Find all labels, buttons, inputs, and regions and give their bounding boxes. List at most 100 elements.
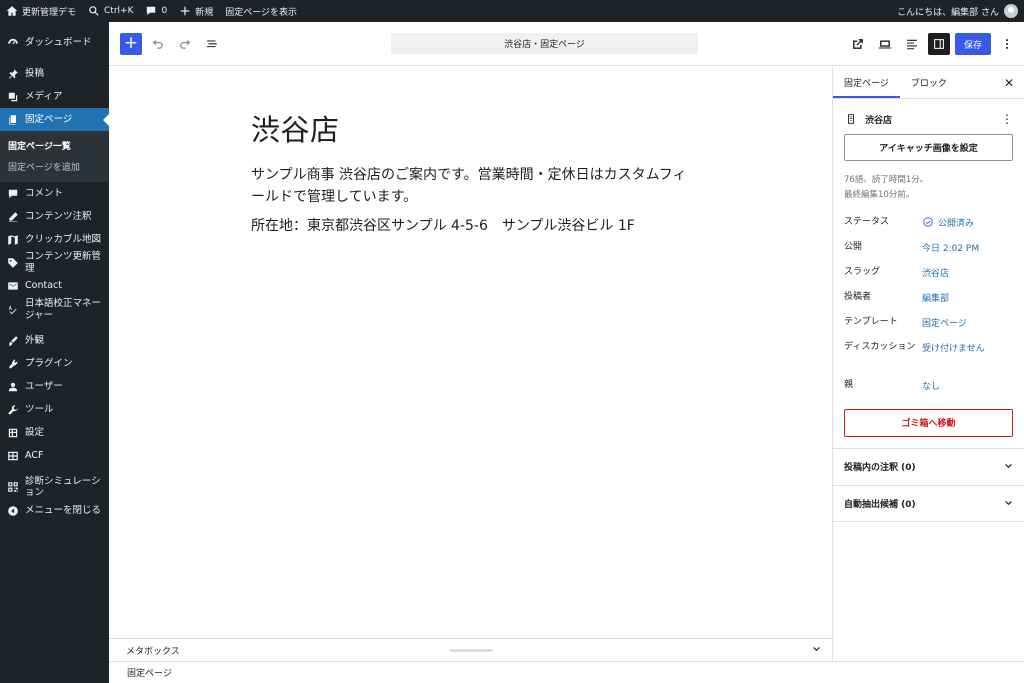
post-summary-meta: 76語、読了時間1分。 最終編集10分前。 [844, 175, 929, 200]
undo-icon [151, 37, 165, 51]
menu-item-users[interactable]: ユーザー [0, 376, 109, 399]
save-button[interactable]: 保存 [954, 33, 991, 55]
redo-button[interactable] [174, 33, 196, 55]
editor-toolbar: + 渋谷店・固定ページ 保存 [109, 22, 1024, 66]
document-overview-button[interactable] [201, 33, 223, 55]
published-check-icon [922, 216, 934, 228]
settings-toggle-button[interactable] [927, 33, 950, 55]
slug-value[interactable]: 渋谷店 [922, 266, 949, 279]
block-inserter-button[interactable]: + [120, 32, 142, 55]
resize-handle[interactable] [449, 649, 493, 652]
editor-canvas: 渋谷店 サンプル商事 渋谷店のご案内です。営業時間・定休日はカスタムフィールドで… [109, 67, 832, 638]
options-button[interactable] [996, 33, 1018, 55]
settings-sidebar: 固定ページ ブロック ✕ 渋谷店 ⋮ アイキャッチ画像を設定 76語、読了時間1… [832, 67, 1024, 661]
block-breadcrumb: 固定ページ [109, 661, 1024, 683]
menu-item-plugins[interactable]: プラグイン [0, 353, 109, 376]
row-discussion: ディスカッション 受け付けません [844, 341, 985, 354]
paragraph-block[interactable]: サンプル商事 渋谷店のご案内です。営業時間・定休日はカスタムフィールドで管理して… [251, 165, 696, 208]
tab-block[interactable]: ブロック [900, 67, 958, 98]
more-vertical-icon [1000, 37, 1014, 51]
more-vertical-icon[interactable]: ⋮ [1001, 112, 1013, 126]
document-title-bar[interactable]: 渋谷店・固定ページ [391, 33, 698, 54]
collapse-menu-button[interactable]: メニューを閉じる [0, 499, 109, 522]
collapse-icon [7, 505, 19, 517]
template-value[interactable]: 固定ページ [922, 316, 967, 329]
author-value[interactable]: 編集部 [922, 291, 949, 304]
wrench-icon [7, 404, 19, 416]
tag-icon [7, 257, 19, 269]
row-publish: 公開 今日 2:02 PM [844, 241, 980, 254]
menu-item-diagnosis-simulation[interactable]: 診断シミュレーション [0, 476, 109, 500]
new-content-link[interactable]: 新規 [173, 0, 219, 22]
submenu-add-page[interactable]: 固定ページを追加 [0, 156, 109, 177]
menu-item-dashboard[interactable]: ダッシュボード [0, 31, 109, 54]
dashboard-icon [7, 37, 19, 49]
comments-link[interactable]: 0 [139, 0, 173, 22]
menu-item-clickable-map[interactable]: クリッカブル地図 [0, 228, 109, 251]
tab-page[interactable]: 固定ページ [833, 67, 900, 98]
move-to-trash-button[interactable]: ゴミ箱へ移動 [844, 408, 1013, 437]
desktop-icon [878, 37, 892, 51]
undo-button[interactable] [147, 33, 169, 55]
set-featured-image-button[interactable]: アイキャッチ画像を設定 [844, 134, 1013, 161]
menu-item-comments[interactable]: コメント [0, 182, 109, 205]
post-title[interactable]: 渋谷店 [251, 107, 696, 149]
menu-item-settings[interactable]: 設定 [0, 422, 109, 445]
row-slug: スラッグ 渋谷店 [844, 266, 950, 279]
page-summary-header: 渋谷店 ⋮ [833, 99, 1024, 134]
admin-menu: ダッシュボード 投稿 メディア 固定ページ 固定ページ一覧 固定ページを追加 コ… [0, 22, 109, 683]
chevron-down-icon[interactable] [811, 644, 822, 658]
row-author: 投稿者 編集部 [844, 291, 950, 304]
menu-item-proofreading[interactable]: 日本語校正マネージャー [0, 298, 109, 322]
menu-item-contact[interactable]: Contact [0, 275, 109, 298]
avatar [1004, 4, 1018, 18]
block-tools-button[interactable] [901, 33, 923, 55]
menu-item-pages[interactable]: 固定ページ [0, 108, 109, 131]
parent-value[interactable]: なし [922, 379, 940, 392]
menu-item-content-update[interactable]: コンテンツ更新管理 [0, 251, 109, 275]
post-content: 渋谷店 サンプル商事 渋谷店のご案内です。営業時間・定休日はカスタムフィールドで… [251, 107, 696, 246]
close-icon[interactable]: ✕ [1004, 76, 1014, 90]
menu-item-media[interactable]: メディア [0, 85, 109, 108]
view-page-button[interactable] [847, 33, 869, 55]
spellcheck-icon [7, 304, 19, 316]
publish-date-value[interactable]: 今日 2:02 PM [922, 241, 979, 254]
pages-icon [7, 114, 19, 126]
my-account[interactable]: こんにちは、編集部 さん [897, 4, 1024, 18]
row-status: ステータス 公開済み [844, 216, 975, 229]
menu-item-content-annotations[interactable]: コンテンツ注釈 [0, 205, 109, 228]
appearance-icon [7, 335, 19, 347]
metabox-panel[interactable]: メタボックス [109, 638, 832, 661]
user-icon [7, 381, 19, 393]
discussion-value[interactable]: 受け付けません [922, 341, 985, 354]
paragraph-block-address[interactable]: 所在地：東京都渋谷区サンプル 4-5-6 サンプル渋谷ビル 1F [251, 216, 696, 238]
plugin-icon [7, 358, 19, 370]
panel-annotations[interactable]: 投稿内の注釈 (0) [833, 447, 1024, 485]
panel-auto-extract[interactable]: 自動抽出候補 (0) [833, 484, 1024, 522]
comment-bubble-icon [145, 5, 157, 17]
media-icon [7, 91, 19, 103]
settings-tabs: 固定ページ ブロック ✕ [833, 67, 1024, 99]
status-value[interactable]: 公開済み [922, 216, 974, 229]
pages-submenu: 固定ページ一覧 固定ページを追加 [0, 131, 109, 182]
command-search[interactable]: Ctrl+K [82, 0, 139, 22]
pin-icon [7, 68, 19, 80]
view-page-link[interactable]: 固定ページを表示 [219, 0, 303, 22]
menu-item-acf[interactable]: ACF [0, 445, 109, 468]
menu-item-tools[interactable]: ツール [0, 399, 109, 422]
qr-icon [7, 481, 19, 493]
acf-icon [7, 450, 19, 462]
comment-icon [7, 188, 19, 200]
home-icon [6, 5, 18, 17]
list-view-icon [205, 37, 219, 51]
plus-icon: + [123, 33, 139, 53]
chevron-down-icon [1003, 461, 1014, 475]
site-name-link[interactable]: 更新管理デモ [0, 0, 82, 22]
submenu-all-pages[interactable]: 固定ページ一覧 [0, 135, 109, 156]
breadcrumb-item[interactable]: 固定ページ [127, 666, 172, 679]
search-icon [88, 5, 100, 17]
post-settings-rows: ステータス 公開済み 公開 今日 2:02 PM スラッグ 渋谷店 投稿者 編集… [833, 203, 1024, 399]
menu-item-posts[interactable]: 投稿 [0, 62, 109, 85]
device-preview-button[interactable] [874, 33, 896, 55]
menu-item-appearance[interactable]: 外観 [0, 330, 109, 353]
